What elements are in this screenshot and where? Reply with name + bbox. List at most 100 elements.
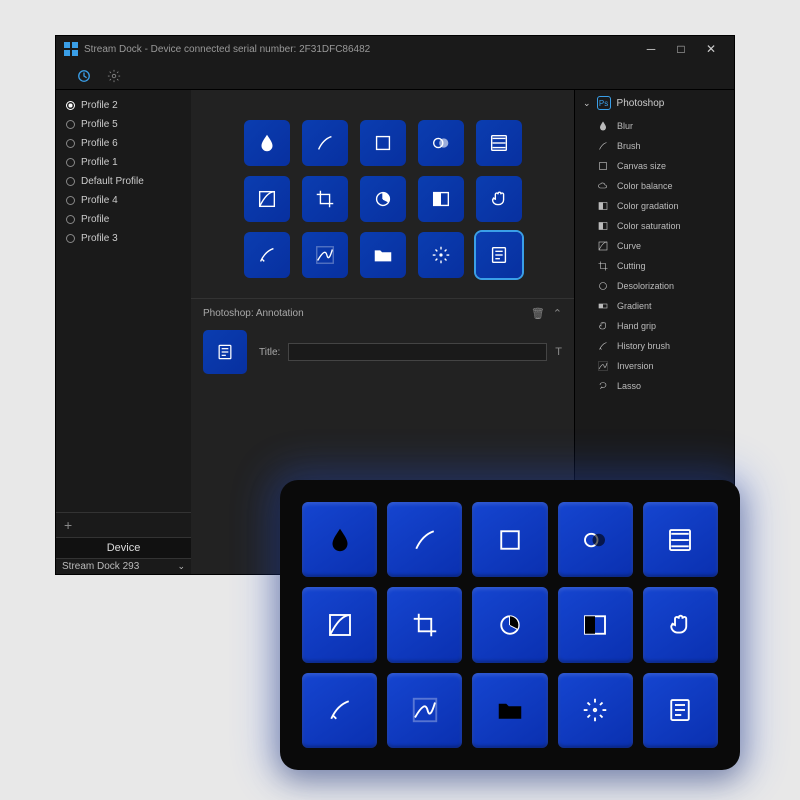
key-button[interactable]	[476, 232, 522, 278]
cloud-icon	[597, 180, 609, 192]
profile-label: Profile 6	[81, 138, 118, 149]
minimize-button[interactable]: ─	[636, 42, 666, 56]
hand-icon	[597, 320, 609, 332]
action-item[interactable]: Color gradation	[575, 196, 734, 216]
history-icon	[597, 340, 609, 352]
action-label: Hand grip	[617, 321, 656, 331]
key-button[interactable]	[360, 232, 406, 278]
action-item[interactable]: Hand grip	[575, 316, 734, 336]
device-key	[387, 673, 462, 748]
action-label: Color balance	[617, 181, 673, 191]
key-button[interactable]	[360, 176, 406, 222]
action-label: Curve	[617, 241, 641, 251]
action-item[interactable]: Curve	[575, 236, 734, 256]
action-item[interactable]: Color balance	[575, 176, 734, 196]
key-button[interactable]	[302, 120, 348, 166]
actions-header-label: Photoshop	[617, 98, 665, 109]
key-button[interactable]	[418, 176, 464, 222]
radio-icon	[66, 139, 75, 148]
profile-item[interactable]: Profile 5	[56, 115, 191, 134]
profile-label: Profile 2	[81, 100, 118, 111]
key-button[interactable]	[476, 120, 522, 166]
key-button[interactable]	[418, 232, 464, 278]
key-button[interactable]	[302, 176, 348, 222]
crop-icon	[597, 260, 609, 272]
action-item[interactable]: History brush	[575, 336, 734, 356]
profile-item[interactable]: Profile 2	[56, 96, 191, 115]
device-select[interactable]: Stream Dock 293 ⌄	[56, 559, 191, 574]
actions-header[interactable]: ⌄ Ps Photoshop	[575, 90, 734, 116]
device-selected: Stream Dock 293	[62, 561, 139, 572]
key-button[interactable]	[244, 232, 290, 278]
device-key	[558, 502, 633, 577]
key-button[interactable]	[360, 120, 406, 166]
profile-item[interactable]: Default Profile	[56, 172, 191, 191]
device-key	[387, 587, 462, 662]
preview-key	[203, 330, 247, 374]
action-item[interactable]: Brush	[575, 136, 734, 156]
action-label: Inversion	[617, 361, 654, 371]
profile-item[interactable]: Profile 3	[56, 229, 191, 248]
physical-device	[280, 480, 740, 770]
title-input[interactable]	[288, 343, 547, 361]
radio-icon	[66, 234, 75, 243]
circle-icon	[597, 280, 609, 292]
action-item[interactable]: Inversion	[575, 356, 734, 376]
action-item[interactable]: Cutting	[575, 256, 734, 276]
inspector: Photoshop: Annotation 🗑 ⌃ Title: T	[191, 298, 574, 392]
chevron-up-icon[interactable]: ⌃	[553, 307, 562, 320]
device-key	[302, 673, 377, 748]
maximize-button[interactable]: □	[666, 42, 696, 56]
home-icon[interactable]	[76, 68, 92, 84]
key-button[interactable]	[476, 176, 522, 222]
device-key	[643, 502, 718, 577]
close-button[interactable]: ✕	[696, 42, 726, 56]
key-button[interactable]	[302, 232, 348, 278]
device-key	[643, 587, 718, 662]
profile-item[interactable]: Profile 1	[56, 153, 191, 172]
action-label: Color saturation	[617, 221, 681, 231]
action-item[interactable]: Lasso	[575, 376, 734, 396]
text-format-icon[interactable]: T	[555, 346, 562, 358]
settings-icon[interactable]	[106, 68, 122, 84]
profile-label: Default Profile	[81, 176, 144, 187]
key-grid	[191, 90, 574, 298]
radio-icon	[66, 177, 75, 186]
device-key	[302, 502, 377, 577]
window-title: Stream Dock - Device connected serial nu…	[84, 44, 370, 55]
profile-item[interactable]: Profile 4	[56, 191, 191, 210]
delete-icon[interactable]: 🗑	[531, 307, 545, 320]
profile-label: Profile	[81, 214, 109, 225]
device-key	[472, 673, 547, 748]
action-label: Cutting	[617, 261, 646, 271]
action-item[interactable]: Blur	[575, 116, 734, 136]
action-item[interactable]: Canvas size	[575, 156, 734, 176]
app-icon	[64, 42, 78, 56]
radio-icon	[66, 120, 75, 129]
add-profile-button[interactable]: +	[56, 513, 191, 538]
drop-icon	[597, 120, 609, 132]
profile-item[interactable]: Profile 6	[56, 134, 191, 153]
action-list: BlurBrushCanvas size Color balance Color g…	[575, 116, 734, 396]
photoshop-badge-icon: Ps	[597, 96, 611, 110]
action-item[interactable]: Desolorization	[575, 276, 734, 296]
profile-label: Profile 3	[81, 233, 118, 244]
device-key	[472, 502, 547, 577]
device-key	[558, 673, 633, 748]
radio-icon	[66, 196, 75, 205]
device-header: Device	[56, 538, 191, 559]
profile-item[interactable]: Profile	[56, 210, 191, 229]
action-label: Gradient	[617, 301, 652, 311]
profile-label: Profile 1	[81, 157, 118, 168]
key-button[interactable]	[418, 120, 464, 166]
key-button[interactable]	[244, 176, 290, 222]
action-item[interactable]: Gradient	[575, 296, 734, 316]
profile-label: Profile 5	[81, 119, 118, 130]
profile-label: Profile 4	[81, 195, 118, 206]
split-icon	[597, 220, 609, 232]
action-item[interactable]: Color saturation	[575, 216, 734, 236]
radio-icon	[66, 215, 75, 224]
device-cable	[495, 388, 515, 484]
inspector-breadcrumb: Photoshop: Annotation	[203, 308, 304, 319]
key-button[interactable]	[244, 120, 290, 166]
